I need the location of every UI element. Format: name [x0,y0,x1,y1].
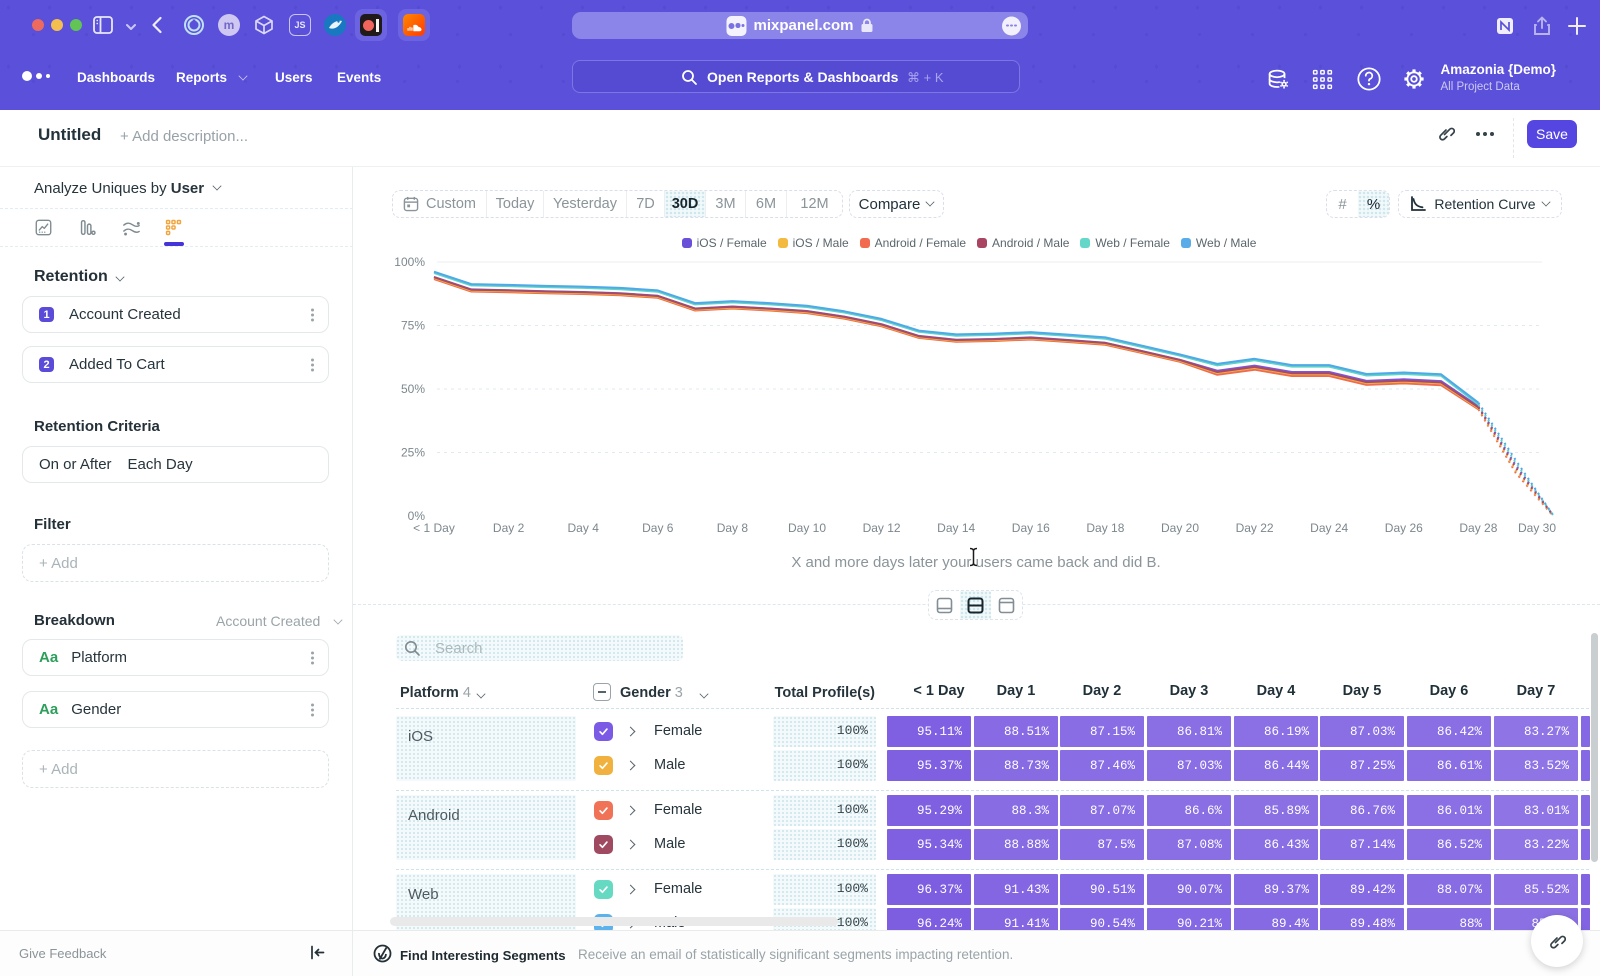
svg-text:50%: 50% [401,382,425,396]
svg-text:Day 12: Day 12 [863,521,901,535]
svg-text:Day 20: Day 20 [1161,521,1199,535]
svg-text:Day 14: Day 14 [937,521,975,535]
svg-text:Day 2: Day 2 [493,521,525,535]
svg-text:Day 26: Day 26 [1385,521,1423,535]
svg-text:Day 6: Day 6 [642,521,674,535]
svg-text:100%: 100% [394,255,425,269]
svg-text:Day 8: Day 8 [717,521,749,535]
svg-text:Day 16: Day 16 [1012,521,1050,535]
svg-text:Day 18: Day 18 [1086,521,1124,535]
svg-text:Day 28: Day 28 [1459,521,1497,535]
svg-text:75%: 75% [401,319,425,333]
svg-text:Day 24: Day 24 [1310,521,1348,535]
svg-text:Day 30: Day 30 [1518,521,1556,535]
svg-text:Day 4: Day 4 [568,521,600,535]
svg-text:25%: 25% [401,446,425,460]
svg-text:Day 22: Day 22 [1236,521,1274,535]
svg-text:< 1 Day: < 1 Day [413,521,455,535]
svg-text:Day 10: Day 10 [788,521,826,535]
